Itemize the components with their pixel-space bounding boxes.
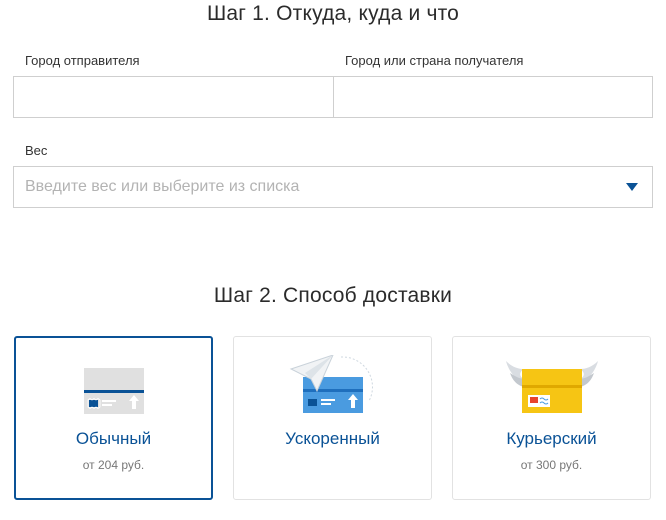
weight-select[interactable]: Введите вес или выберите из списка — [13, 166, 653, 208]
recipient-label: Город или страна получателя — [345, 53, 524, 68]
express-envelope-plane-icon — [289, 355, 373, 413]
step2-title: Шаг 2. Способ доставки — [213, 284, 453, 307]
delivery-calculator: Шаг 1. Откуда, куда и что Город отправит… — [0, 0, 666, 520]
delivery-option-regular[interactable]: Обычный от 204 руб. — [14, 336, 213, 500]
weight-label: Вес — [25, 143, 48, 158]
delivery-option-express[interactable]: Ускоренный — [233, 336, 432, 500]
delivery-option-title: Обычный — [75, 429, 152, 448]
delivery-option-price: от 204 руб. — [82, 458, 145, 472]
sender-city-input[interactable] — [14, 77, 333, 117]
delivery-option-price: от 300 руб. — [520, 458, 583, 472]
delivery-option-title: Курьерский — [506, 429, 597, 448]
delivery-option-courier[interactable]: Курьерский от 300 руб. — [452, 336, 651, 500]
step1-title: Шаг 1. Откуда, куда и что — [206, 2, 460, 25]
weight-select-placeholder: Введите вес или выберите из списка — [25, 178, 300, 195]
delivery-option-title: Ускоренный — [285, 429, 380, 448]
sender-city-label: Город отправителя — [25, 53, 140, 68]
recipient-input[interactable] — [334, 77, 652, 117]
chevron-down-icon[interactable] — [626, 183, 638, 191]
regular-envelope-icon — [83, 368, 144, 414]
recipient-field-wrap — [333, 76, 653, 118]
courier-winged-envelope-icon — [505, 361, 598, 413]
sender-city-field-wrap — [13, 76, 334, 118]
